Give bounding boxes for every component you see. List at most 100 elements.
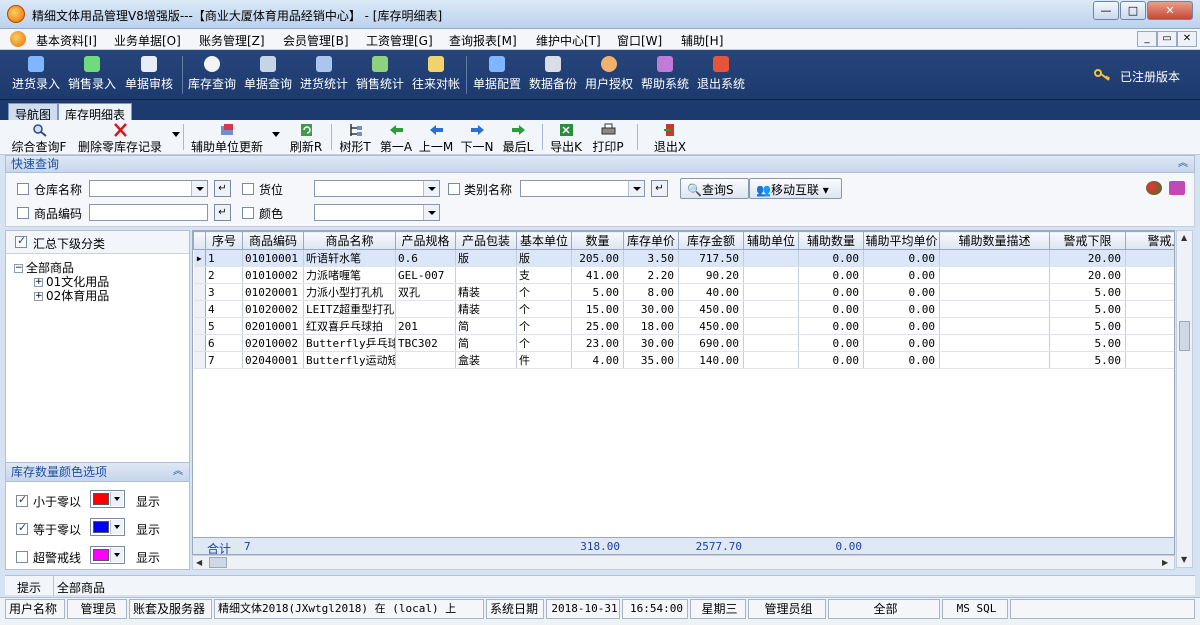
table-row[interactable]: 2 01010002 力派啫喱笔 GEL-007 支 41.00 2.20 90.20 0.00… [193,266,1174,284]
doc-audit-button[interactable]: 单据审核 [122,52,176,98]
location-checkbox[interactable] [242,183,254,195]
table-cell[interactable]: 01010001 [242,249,304,267]
table-cell[interactable]: 5.00 [1049,317,1126,335]
table-cell[interactable]: 力派啫喱笔 [303,266,396,284]
table-cell[interactable]: 精装 [455,300,517,318]
vertical-scroll-thumb[interactable] [1179,321,1190,351]
warehouse-checkbox[interactable] [17,183,29,195]
menu-business-docs[interactable]: 业务单据[O] [114,32,181,49]
table-cell[interactable]: 力派小型打孔机 [303,283,396,301]
table-cell[interactable]: 0.00 [863,334,940,352]
table-cell[interactable] [939,300,1050,318]
column-header[interactable]: 库存单价 [623,231,679,250]
stock-color-options-header[interactable]: 库存数量颜色选项 ︽ [6,462,189,482]
table-cell[interactable]: 版 [516,249,572,267]
column-header[interactable]: 数量 [571,231,624,250]
table-cell[interactable]: 2 [205,266,243,284]
product-code-input[interactable] [89,204,208,221]
table-cell[interactable]: 0.00 [798,334,864,352]
table-row[interactable]: 6 02010002 Butterfly乒乓球 TBC302 简个 23.00 30.00 6… [193,334,1174,352]
update-dropdown-arrow[interactable] [272,132,280,137]
table-row[interactable]: 7 02040001 Butterfly运动短 盒装件 4.00 35.00 140.00 0… [193,351,1174,369]
column-header[interactable]: 辅助单位 [743,231,799,250]
table-cell[interactable]: 双孔 [395,283,456,301]
location-select[interactable] [314,180,440,197]
book-icon[interactable] [1169,181,1185,195]
row-indicator[interactable] [193,266,206,284]
table-row[interactable]: ▶ 1 01010001 听语轩水笔 0.6 版版 205.00 3.50 717.50 0.00… [193,249,1174,267]
table-row[interactable]: 3 01020001 力派小型打孔机 双孔 精装个 5.00 8.00 40.00 0.00 0.… [193,283,1174,301]
table-cell[interactable]: 5.00 [1049,351,1126,369]
table-cell[interactable]: 450.00 [678,317,744,335]
table-cell[interactable]: 4 [205,300,243,318]
collapse-node-icon[interactable]: − [14,264,23,273]
table-row[interactable]: 4 01020002 LEITZ超重型打孔 精装个 15.00 30.00 450.00 0.… [193,300,1174,318]
table-cell[interactable]: 简 [455,334,517,352]
column-header[interactable]: 辅助数量 [798,231,864,250]
row-indicator[interactable] [193,334,206,352]
doc-config-button[interactable]: 单据配置 [471,52,523,98]
horizontal-scroll-thumb[interactable] [209,557,227,568]
table-cell[interactable] [1125,283,1174,301]
scroll-up-icon[interactable]: ▲ [1181,233,1187,242]
table-cell[interactable]: 听语轩水笔 [303,249,396,267]
table-cell[interactable] [1125,300,1174,318]
table-cell[interactable]: 18.00 [623,317,679,335]
warehouse-lookup-button[interactable]: ↵ [214,180,231,197]
print-button[interactable]: 打印P [590,122,626,154]
equal-zero-checkbox[interactable] [16,521,28,535]
table-cell[interactable]: 01010002 [242,266,304,284]
category-lookup-button[interactable]: ↵ [651,180,668,197]
table-cell[interactable]: 8.00 [623,283,679,301]
table-cell[interactable]: 02010002 [242,334,304,352]
table-cell[interactable]: 个 [516,300,572,318]
table-cell[interactable]: 1 [205,249,243,267]
menu-maintenance[interactable]: 维护中心[T] [536,32,601,49]
table-cell[interactable]: 0.00 [863,249,940,267]
table-cell[interactable]: 个 [516,317,572,335]
table-cell[interactable]: 版 [455,249,517,267]
horizontal-scrollbar[interactable]: ◀ ▶ [192,555,1175,570]
table-cell[interactable]: 个 [516,283,572,301]
table-cell[interactable]: 0.00 [798,300,864,318]
table-cell[interactable]: 01020001 [242,283,304,301]
below-zero-checkbox[interactable] [16,493,28,507]
table-cell[interactable]: 20 [1125,249,1174,267]
table-cell[interactable]: TBC302 [395,334,456,352]
table-cell[interactable]: 0.00 [863,283,940,301]
column-header[interactable]: 辅助数量描述 [939,231,1050,250]
table-cell[interactable]: 30.00 [623,300,679,318]
table-cell[interactable] [939,283,1050,301]
warehouse-select[interactable] [89,180,208,197]
table-cell[interactable]: 0.00 [798,266,864,284]
table-cell[interactable]: 450.00 [678,300,744,318]
help-system-button[interactable]: 帮助系统 [639,52,691,98]
table-cell[interactable]: 690.00 [678,334,744,352]
mdi-close-button[interactable]: ✕ [1177,31,1197,47]
below-zero-color-picker[interactable] [90,490,125,508]
last-record-button[interactable]: 最后L [500,122,536,154]
menu-reports[interactable]: 查询报表[M] [449,32,517,49]
table-cell[interactable]: 5.00 [571,283,624,301]
menu-help[interactable]: 辅助[H] [681,32,723,49]
table-cell[interactable]: 201 [395,317,456,335]
table-cell[interactable]: 0.00 [798,351,864,369]
table-cell[interactable]: 20.00 [1049,266,1126,284]
maximize-button[interactable]: □ [1120,1,1146,20]
minimize-button[interactable]: — [1093,1,1119,20]
menu-accounts[interactable]: 账务管理[Z] [199,32,265,49]
table-cell[interactable]: 3 [205,283,243,301]
equal-zero-color-picker[interactable] [90,518,125,536]
table-cell[interactable] [395,300,456,318]
menu-logo-icon[interactable] [10,31,26,47]
category-select[interactable] [520,180,645,197]
table-cell[interactable]: 0.00 [798,283,864,301]
table-cell[interactable] [1125,334,1174,352]
table-cell[interactable]: 140.00 [678,351,744,369]
column-header[interactable]: 产品规格 [395,231,456,250]
table-cell[interactable]: 4.00 [571,351,624,369]
table-cell[interactable]: Butterfly运动短 [303,351,396,369]
table-cell[interactable] [939,351,1050,369]
collapse-icon[interactable]: ︽ [173,463,183,481]
color-select[interactable] [314,204,440,221]
